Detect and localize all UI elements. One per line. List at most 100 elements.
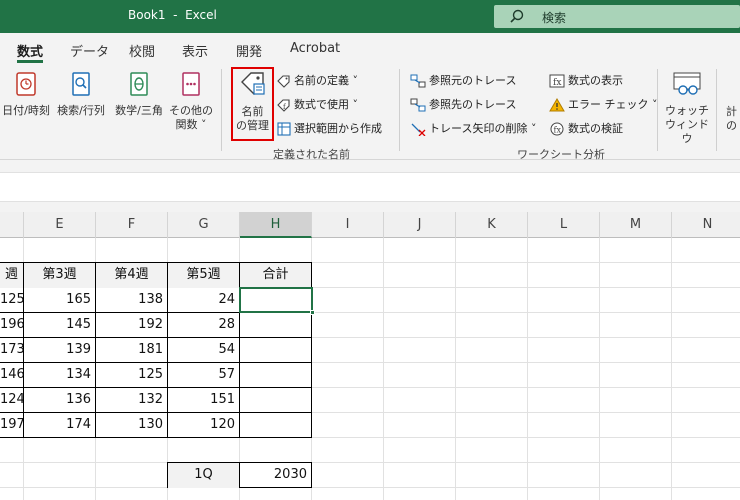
column-header-k[interactable]: K <box>456 212 528 238</box>
more-functions-label-2: 関数 <box>175 118 198 131</box>
summary-label-cell[interactable]: 1Q <box>168 463 239 488</box>
column-header-f[interactable]: F <box>96 212 168 238</box>
math-button[interactable]: 数学/三角 <box>110 71 168 118</box>
glasses-icon <box>660 71 714 101</box>
column-header-i[interactable]: I <box>312 212 384 238</box>
data-cell[interactable]: 139 <box>24 338 95 363</box>
total-cell[interactable] <box>240 413 311 438</box>
formula-tag-icon: f <box>277 98 294 112</box>
evaluate-formula-button[interactable]: fx 数式の検証 <box>549 120 623 136</box>
trace-dependents-button[interactable]: 参照先のトレース <box>410 96 516 112</box>
data-cell[interactable]: 57 <box>168 363 239 388</box>
formula-bar[interactable] <box>0 172 740 202</box>
name-manager-highlight <box>231 67 274 141</box>
data-cell[interactable]: 24 <box>168 288 239 313</box>
remove-arrows-button[interactable]: トレース矢印の削除 ˅ <box>410 120 536 137</box>
total-cell[interactable] <box>240 388 311 413</box>
use-in-formula-button[interactable]: f 数式で使用 ˅ <box>277 96 358 112</box>
lookup-button[interactable]: 検索/行列 <box>52 71 110 118</box>
chevron-down-icon: ˅ <box>349 98 358 111</box>
watch-window-button[interactable]: ウォッチ ウィンドウ <box>660 71 714 146</box>
calculation-options-button[interactable]: 計 の <box>726 105 740 133</box>
column-header-l[interactable]: L <box>528 212 600 238</box>
data-cell[interactable]: 174 <box>24 413 95 438</box>
header-cell[interactable]: 週 <box>0 263 23 288</box>
calc-label-1: 計 <box>726 105 737 118</box>
header-cell[interactable]: 合計 <box>240 263 311 288</box>
data-cell[interactable]: 146 <box>0 363 23 388</box>
data-cell[interactable]: 134 <box>24 363 95 388</box>
group-divider <box>399 69 400 151</box>
create-from-selection-label: 選択範囲から作成 <box>294 122 382 135</box>
data-cell[interactable]: 132 <box>96 388 167 413</box>
define-name-button[interactable]: 名前の定義 ˅ <box>277 72 358 88</box>
use-in-formula-label: 数式で使用 <box>294 98 349 111</box>
evaluate-formula-label: 数式の検証 <box>568 122 623 135</box>
data-cell[interactable]: 124 <box>0 388 23 413</box>
more-functions-button[interactable]: その他の 関数 ˅ <box>168 71 214 132</box>
data-cell[interactable]: 138 <box>96 288 167 313</box>
tab-acrobat[interactable]: Acrobat <box>290 41 340 56</box>
magnifier-book-icon <box>52 71 110 101</box>
error-checking-button[interactable]: エラー チェック ˅ <box>549 96 658 112</box>
tag-icon <box>277 74 294 88</box>
total-cell[interactable] <box>240 313 311 338</box>
header-cell[interactable]: 第4週 <box>96 263 167 288</box>
watch-window-label-1: ウォッチ <box>665 104 709 117</box>
search-box[interactable]: 検索 <box>494 5 740 28</box>
watch-window-label-2: ウィンドウ <box>665 118 709 145</box>
summary-value-cell[interactable]: 2030 <box>240 463 311 488</box>
math-label: 数学/三角 <box>115 104 163 117</box>
tab-data[interactable]: データ <box>70 41 109 60</box>
column-header-e[interactable]: E <box>24 212 96 238</box>
create-from-selection-button[interactable]: 選択範囲から作成 <box>277 120 382 136</box>
total-cell[interactable] <box>240 363 311 388</box>
trace-precedents-button[interactable]: 参照元のトレース <box>410 72 516 88</box>
search-icon <box>510 8 524 27</box>
warning-icon <box>549 98 568 112</box>
data-cell[interactable]: 197 <box>0 413 23 438</box>
column-header-h[interactable]: H <box>240 212 312 238</box>
column-header-n[interactable]: N <box>672 212 740 238</box>
datetime-button[interactable]: 日付/時刻 <box>0 71 52 118</box>
data-cell[interactable]: 145 <box>24 313 95 338</box>
tab-review[interactable]: 校閲 <box>129 41 155 60</box>
header-cell[interactable]: 第3週 <box>24 263 95 288</box>
data-cell[interactable]: 181 <box>96 338 167 363</box>
data-cell[interactable]: 136 <box>24 388 95 413</box>
data-cell[interactable]: 196 <box>0 313 23 338</box>
data-cell[interactable]: 151 <box>168 388 239 413</box>
show-formulas-label: 数式の表示 <box>568 74 623 87</box>
header-cell[interactable]: 第5週 <box>168 263 239 288</box>
trace-dependents-icon <box>410 98 429 112</box>
total-cell[interactable] <box>240 338 311 363</box>
data-cell[interactable]: 125 <box>96 363 167 388</box>
column-header-partial[interactable] <box>0 212 24 238</box>
worksheet-grid[interactable]: 週 第3週 第4週 第5週 合計 125 165 138 24 196 145 … <box>0 238 740 500</box>
column-header-m[interactable]: M <box>600 212 672 238</box>
data-cell[interactable]: 173 <box>0 338 23 363</box>
column-header-g[interactable]: G <box>168 212 240 238</box>
active-cell-selection <box>239 287 313 313</box>
data-cell[interactable]: 125 <box>0 288 23 313</box>
tab-view[interactable]: 表示 <box>182 41 208 60</box>
datetime-label: 日付/時刻 <box>2 104 50 117</box>
group-divider <box>657 69 658 151</box>
tab-formulas[interactable]: 数式 <box>17 41 43 60</box>
data-cell[interactable]: 192 <box>96 313 167 338</box>
fill-handle[interactable] <box>310 310 315 315</box>
lookup-label: 検索/行列 <box>57 104 105 117</box>
data-cell[interactable]: 130 <box>96 413 167 438</box>
svg-text:fx: fx <box>553 78 561 88</box>
title-bar: Book1 - Excel 検索 <box>0 0 740 33</box>
clock-icon <box>0 71 52 101</box>
column-header-j[interactable]: J <box>384 212 456 238</box>
data-cell[interactable]: 54 <box>168 338 239 363</box>
remove-arrows-label: トレース矢印の削除 <box>429 122 528 135</box>
show-formulas-button[interactable]: fx 数式の表示 <box>549 72 623 88</box>
trace-precedents-label: 参照元のトレース <box>429 74 517 87</box>
tab-developer[interactable]: 開発 <box>236 41 262 60</box>
data-cell[interactable]: 165 <box>24 288 95 313</box>
data-cell[interactable]: 120 <box>168 413 239 438</box>
data-cell[interactable]: 28 <box>168 313 239 338</box>
